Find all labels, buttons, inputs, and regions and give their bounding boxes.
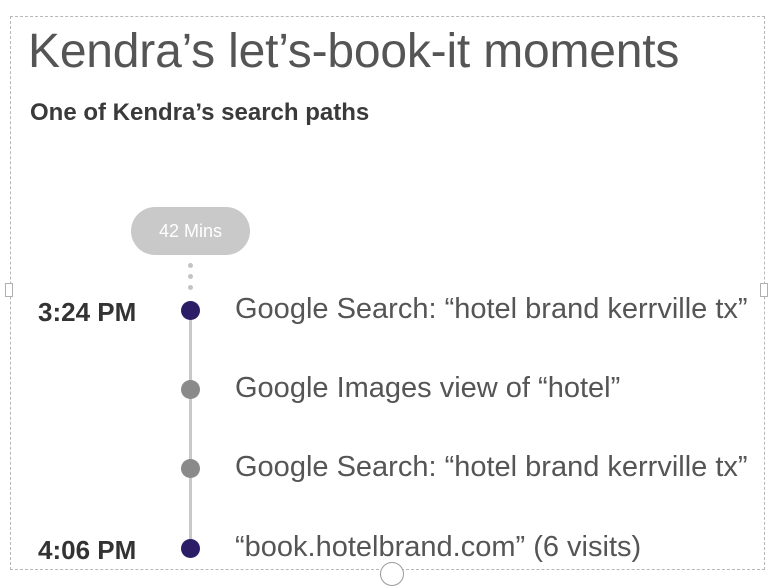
event-time: 4:06 PM — [38, 535, 137, 565]
event-label: “book.hotelbrand.com” (6 visits) — [235, 531, 642, 563]
event-time: 3:24 PM — [38, 297, 137, 327]
rotate-handle[interactable] — [380, 562, 404, 586]
timeline-line — [189, 310, 192, 548]
resize-handle-left[interactable] — [5, 283, 13, 297]
event-label: Google Search: “hotel brand kerrville tx… — [235, 293, 748, 325]
resize-handle-right[interactable] — [760, 283, 768, 297]
event-marker-key — [181, 539, 200, 558]
event-marker — [181, 380, 200, 399]
connector-dot — [188, 285, 193, 290]
event-marker — [181, 459, 200, 478]
event-marker-key — [181, 301, 200, 320]
connector-dot — [188, 263, 193, 268]
connector-dot — [188, 274, 193, 279]
duration-badge: 42 Mins — [131, 207, 250, 255]
page-title: Kendra’s let’s-book-it moments — [28, 25, 680, 78]
event-label: Google Search: “hotel brand kerrville tx… — [235, 451, 748, 483]
page-subtitle: One of Kendra’s search paths — [30, 99, 370, 126]
event-label: Google Images view of “hotel” — [235, 372, 621, 404]
